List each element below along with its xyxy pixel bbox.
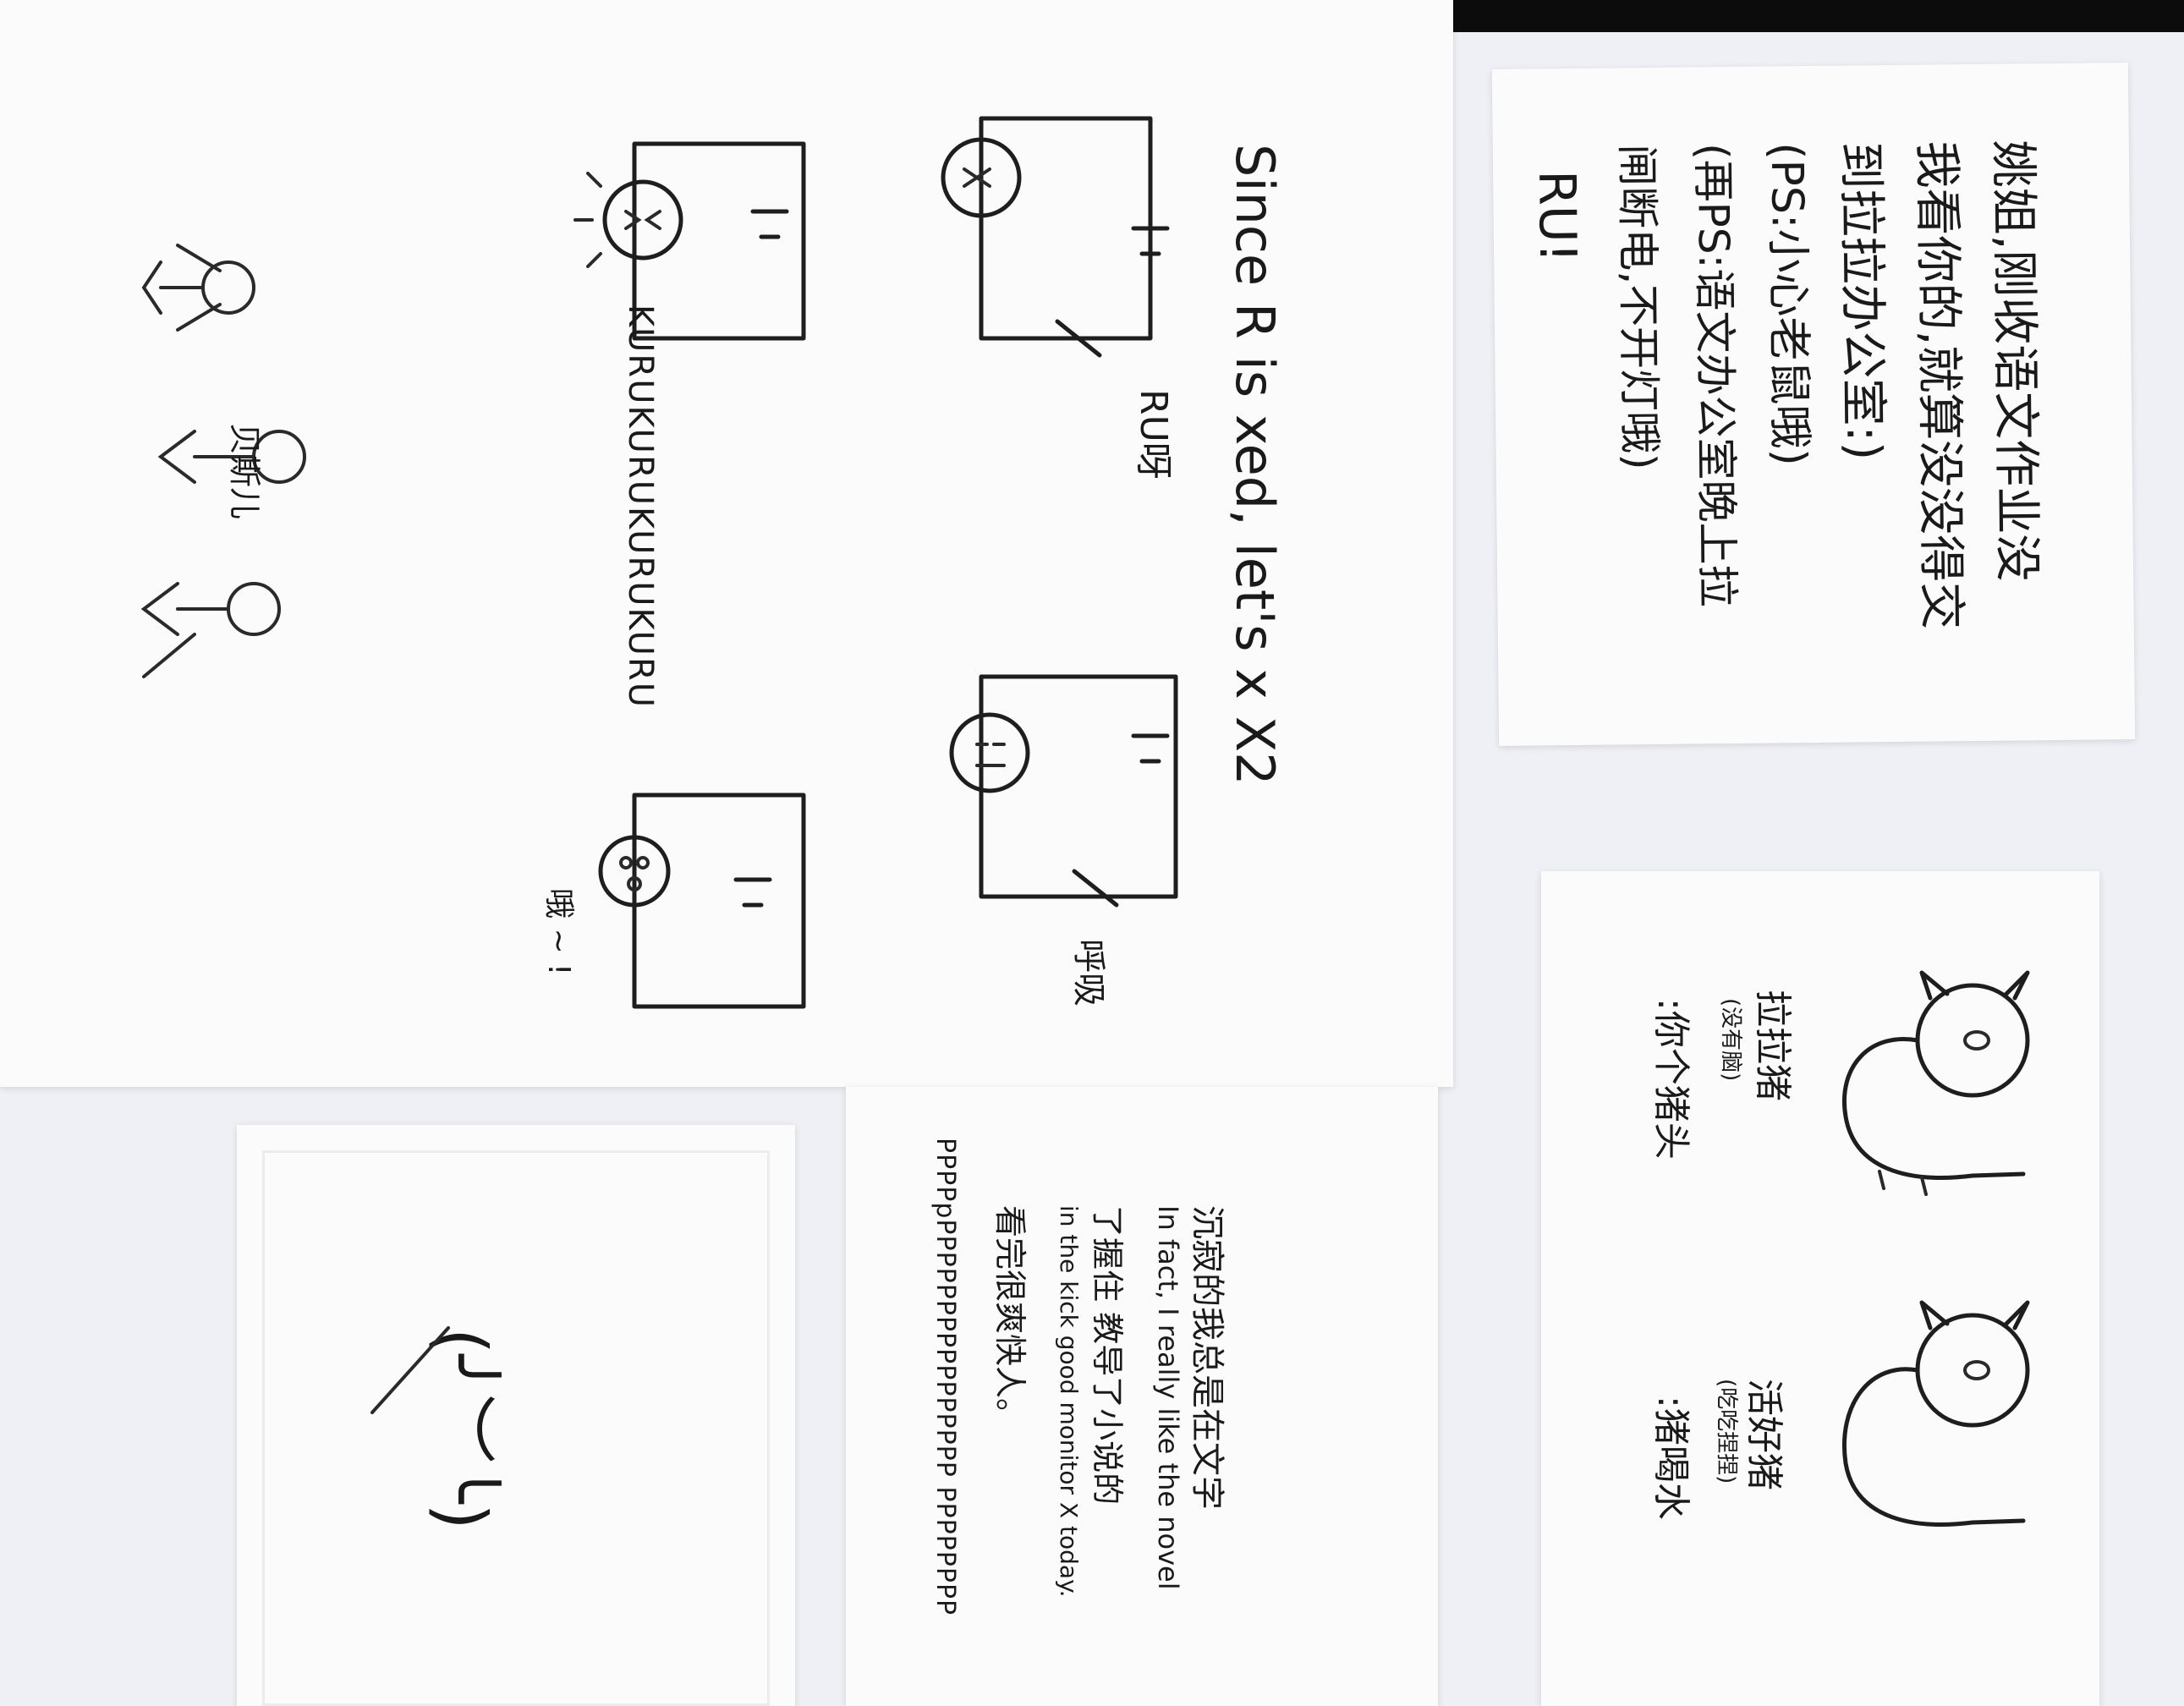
- pig2-sub: (吃吃捏捏): [1714, 1379, 1739, 1484]
- label-kuru: KURUKURUKURUKURU: [621, 304, 660, 710]
- pig1-sub: (没有脑): [1718, 998, 1743, 1082]
- note-line-3: 到拉拉办公室:): [1832, 141, 1891, 461]
- pig1-say: :你个猪头: [1649, 998, 1693, 1160]
- label-ouch: 哦 ~ !: [541, 888, 576, 976]
- note-mid-line-3: 了握住 教导了小说的: [1089, 1205, 1126, 1506]
- note-mid-line-4: in the kick good monitor X today.: [1055, 1205, 1083, 1598]
- title-rest: is xed, let's x X2: [1224, 338, 1286, 786]
- pig-drawing-2: [1842, 1300, 2030, 1527]
- note-mid-line-5: 看完很爽快人。: [991, 1205, 1029, 1431]
- note-line-1: 姚姐,刚收语文作业没: [1984, 140, 2045, 582]
- note-middle-bottom: 沉寂的我总是在文字 In fact, I really like the nov…: [846, 1087, 1438, 1706]
- note-mid-line-2: In fact, I really like the novel: [1152, 1205, 1184, 1590]
- label-alive: 呼吸: [1069, 939, 1108, 1007]
- pig-drawing-1: [1842, 970, 2030, 1196]
- note-line-7: RU!: [1527, 169, 1588, 264]
- pig2-say: :猪喝水: [1649, 1396, 1693, 1520]
- note-pp-line: PPPPpPPPPPPPPPPPPPPPP PPPPPPPP: [930, 1138, 960, 1616]
- circuit-diagram-3: [949, 674, 1178, 908]
- figure-label: 贝斯儿: [226, 423, 263, 520]
- note-line-4: (PS:小心老鼠哦): [1760, 142, 1815, 467]
- note-top-right: 姚姐,刚收语文作业没 我看你的,就算没没得交 到拉拉办公室:) (PS:小心老鼠…: [1491, 63, 2136, 746]
- note-mid-line-1: 沉寂的我总是在文字: [1188, 1205, 1226, 1510]
- pig2-name: 活好猪: [1742, 1379, 1786, 1490]
- title-mark: R: [1224, 302, 1286, 339]
- note-line-2: 我看你的,就算没没得交: [1908, 140, 1969, 630]
- label-ru: RU呀: [1132, 389, 1175, 480]
- note-big-sheet: Since R is xed, let's x X2 RU呀 呼吸 KURUKU…: [0, 0, 1453, 1087]
- title-line: Since: [1224, 144, 1286, 303]
- pen-stroke: [370, 1326, 450, 1414]
- note-line-5: (再PS:语文办公室晚上拉: [1687, 142, 1742, 607]
- note-line-6: 闸断电,不开灯哦): [1611, 143, 1665, 470]
- dark-background-band: [1453, 0, 2184, 32]
- note-pigs: 拉拉猪 (没有脑) :你个猪头 活好猪 (吃吃捏捏) :猪喝水: [1541, 871, 2099, 1706]
- note-face-card: (╯︶╰): [237, 1125, 795, 1706]
- card-border: [262, 1150, 770, 1706]
- pig1-name: 拉拉猪: [1751, 990, 1794, 1101]
- circuit-diagram-4: [598, 793, 806, 1009]
- circuit-diagram-1: [941, 116, 1170, 358]
- big-sheet-title: Since R is xed, let's x X2: [1224, 144, 1286, 786]
